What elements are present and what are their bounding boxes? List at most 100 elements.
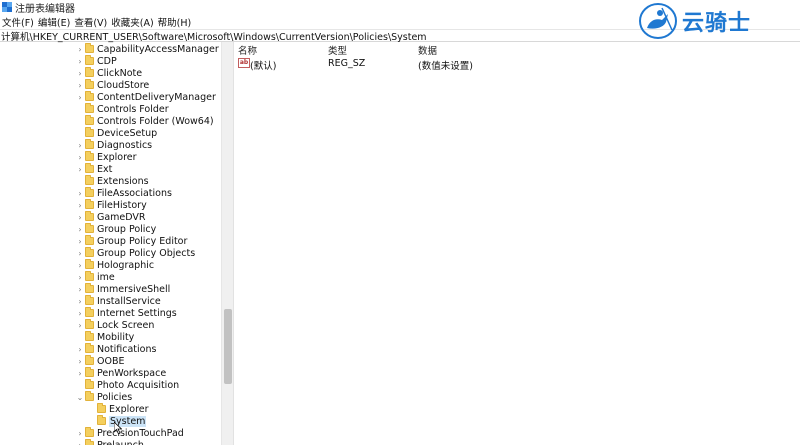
tree-item-group-policy-editor[interactable]: › Group Policy Editor — [76, 235, 187, 247]
tree-scrollbar-thumb[interactable] — [224, 309, 232, 384]
tree-item-capabilityaccessmanager[interactable]: › CapabilityAccessManager — [76, 43, 219, 55]
chevron-right-icon[interactable]: › — [76, 43, 84, 55]
folder-icon — [85, 127, 94, 137]
values-list-pane[interactable]: 名称 类型 数据 ab (默认) REG_SZ (数值未设置) — [235, 42, 800, 445]
tree-item-notifications[interactable]: › Notifications — [76, 343, 156, 355]
tree-item-group-policy[interactable]: › Group Policy — [76, 223, 156, 235]
tree-item-lock-screen[interactable]: › Lock Screen — [76, 319, 154, 331]
tree-item-label: InstallService — [97, 295, 161, 307]
tree-item-explorer[interactable]: › Explorer — [76, 151, 137, 163]
mouse-cursor-icon — [114, 422, 122, 434]
menu-help[interactable]: 帮助(H) — [158, 15, 192, 29]
folder-icon — [85, 139, 94, 149]
tree-item-clicknote[interactable]: › ClickNote — [76, 67, 142, 79]
chevron-right-icon[interactable]: › — [76, 259, 84, 271]
tree-item-extensions[interactable]: Extensions — [76, 175, 149, 187]
tree-item-contentdeliverymanager[interactable]: › ContentDeliveryManager — [76, 91, 216, 103]
key-tree-pane[interactable]: › CapabilityAccessManager › CDP › ClickNote › C… — [0, 42, 234, 445]
tree-item-label: Prelaunch — [97, 439, 144, 445]
chevron-right-icon[interactable]: › — [76, 79, 84, 91]
menu-edit[interactable]: 编辑(E) — [38, 15, 70, 29]
chevron-right-icon[interactable]: › — [76, 247, 84, 259]
tree-scrollbar[interactable] — [221, 42, 233, 445]
tree-item-holographic[interactable]: › Holographic — [76, 259, 154, 271]
tree-item-ime[interactable]: › ime — [76, 271, 115, 283]
chevron-right-icon[interactable]: › — [76, 211, 84, 223]
tree-item-penworkspace[interactable]: › PenWorkspace — [76, 367, 166, 379]
folder-icon — [85, 79, 94, 89]
chevron-right-icon[interactable]: › — [76, 295, 84, 307]
chevron-right-icon[interactable]: › — [76, 187, 84, 199]
tree-item-controls-folder[interactable]: Controls Folder — [76, 103, 169, 115]
column-type[interactable]: 类型 — [328, 43, 347, 57]
menu-favorites[interactable]: 收藏夹(A) — [111, 15, 153, 29]
folder-icon — [85, 391, 94, 401]
tree-item-precisiontouchpad[interactable]: › PrecisionTouchPad — [76, 427, 184, 439]
tree-item-label: ImmersiveShell — [97, 283, 171, 295]
chevron-right-icon[interactable]: › — [76, 271, 84, 283]
chevron-right-icon[interactable]: › — [76, 427, 84, 439]
tree-item-cdp[interactable]: › CDP — [76, 55, 117, 67]
tree-item-photo-acquisition[interactable]: Photo Acquisition — [76, 379, 179, 391]
tree-item-label: PenWorkspace — [97, 367, 167, 379]
folder-icon — [85, 439, 94, 445]
folder-icon — [85, 379, 94, 389]
chevron-right-icon[interactable]: › — [76, 235, 84, 247]
value-data: (数值未设置) — [418, 61, 473, 72]
tree-item-label: Group Policy Editor — [97, 235, 188, 247]
chevron-right-icon[interactable]: › — [76, 283, 84, 295]
chevron-right-icon[interactable]: › — [76, 343, 84, 355]
folder-icon — [97, 415, 106, 425]
tree-item-mobility[interactable]: Mobility — [76, 331, 134, 343]
chevron-right-icon[interactable]: › — [76, 139, 84, 151]
chevron-right-icon[interactable]: › — [76, 307, 84, 319]
tree-item-policies[interactable]: ⌄ Policies — [76, 391, 132, 403]
tree-item-immersiveshell[interactable]: › ImmersiveShell — [76, 283, 170, 295]
column-name[interactable]: 名称 — [238, 43, 257, 57]
tree-item-label: Internet Settings — [97, 307, 177, 319]
tree-item-label: Photo Acquisition — [97, 379, 180, 391]
tree-item-diagnostics[interactable]: › Diagnostics — [76, 139, 152, 151]
chevron-down-icon[interactable]: ⌄ — [76, 391, 84, 403]
folder-icon — [85, 367, 94, 377]
chevron-right-icon[interactable]: › — [76, 199, 84, 211]
chevron-right-icon[interactable]: › — [76, 55, 84, 67]
menu-view[interactable]: 查看(V) — [74, 15, 107, 29]
folder-icon — [85, 151, 94, 161]
chevron-right-icon[interactable]: › — [76, 163, 84, 175]
tree-item-group-policy-objects[interactable]: › Group Policy Objects — [76, 247, 195, 259]
folder-icon — [85, 235, 94, 245]
tree-item-explorer[interactable]: Explorer — [88, 403, 149, 415]
tree-item-gamedvr[interactable]: › GameDVR — [76, 211, 146, 223]
tree-item-internet-settings[interactable]: › Internet Settings — [76, 307, 177, 319]
tree-item-fileassociations[interactable]: › FileAssociations — [76, 187, 172, 199]
folder-icon — [85, 91, 94, 101]
chevron-right-icon[interactable]: › — [76, 355, 84, 367]
folder-icon — [85, 427, 94, 437]
chevron-right-icon[interactable]: › — [76, 319, 84, 331]
tree-item-controls-folder-wow64-[interactable]: Controls Folder (Wow64) — [76, 115, 214, 127]
tree-item-installservice[interactable]: › InstallService — [76, 295, 161, 307]
chevron-right-icon[interactable]: › — [76, 67, 84, 79]
chevron-right-icon[interactable]: › — [76, 367, 84, 379]
value-row-default[interactable]: ab (默认) REG_SZ (数值未设置) — [235, 57, 800, 72]
tree-item-ext[interactable]: › Ext — [76, 163, 112, 175]
column-data[interactable]: 数据 — [418, 43, 437, 57]
folder-icon — [85, 331, 94, 341]
tree-item-cloudstore[interactable]: › CloudStore — [76, 79, 149, 91]
tree-item-filehistory[interactable]: › FileHistory — [76, 199, 147, 211]
menu-file[interactable]: 文件(F) — [2, 15, 34, 29]
chevron-right-icon[interactable]: › — [76, 439, 84, 445]
tree-item-oobe[interactable]: › OOBE — [76, 355, 124, 367]
folder-icon — [85, 295, 94, 305]
chevron-right-icon[interactable]: › — [76, 91, 84, 103]
tree-item-devicesetup[interactable]: DeviceSetup — [76, 127, 157, 139]
tree-item-prelaunch[interactable]: › Prelaunch — [76, 439, 144, 445]
tree-item-label: DeviceSetup — [97, 127, 158, 139]
chevron-right-icon[interactable]: › — [76, 151, 84, 163]
folder-icon — [85, 307, 94, 317]
chevron-right-icon[interactable]: › — [76, 223, 84, 235]
